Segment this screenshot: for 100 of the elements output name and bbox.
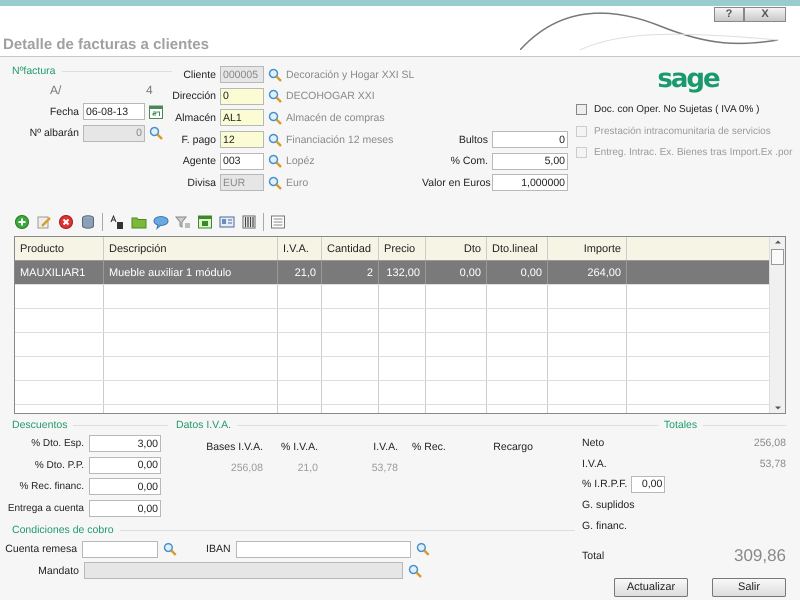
table-cell: Mueble auxiliar 1 módulo: [104, 261, 278, 284]
edit-icon[interactable]: [36, 214, 52, 230]
column-header: % I.V.A.: [280, 440, 318, 455]
field-label: % Dto. P.P.: [34, 460, 84, 471]
search-icon[interactable]: [268, 176, 282, 190]
input-field[interactable]: 06-08-13: [83, 103, 145, 120]
section-heading: Totales: [664, 419, 698, 431]
column-header[interactable]: Precio: [379, 237, 426, 260]
column-header[interactable]: Importe: [548, 237, 627, 260]
funnel-icon[interactable]: [175, 214, 191, 230]
window-title: Detalle de facturas a clientes: [2, 36, 209, 55]
total-label: Neto: [582, 437, 604, 450]
field-label: % Dto. Esp.: [30, 438, 84, 450]
invoice-number: 4: [146, 83, 153, 97]
calendar-icon[interactable]: [197, 214, 213, 230]
table-cell: 21,0: [278, 261, 322, 284]
field-description: Almacén de compras: [286, 112, 385, 124]
input-field[interactable]: 12: [220, 131, 264, 148]
scroll-thumb[interactable]: [771, 249, 784, 265]
input-field[interactable]: 0,00: [89, 500, 161, 518]
input-field[interactable]: AL1: [220, 109, 264, 126]
id-card-icon[interactable]: [219, 214, 235, 230]
column-header[interactable]: Dto: [426, 237, 487, 260]
search-icon[interactable]: [268, 89, 282, 104]
table-cell: 132,00: [379, 261, 426, 284]
text-format-icon[interactable]: [109, 214, 125, 230]
input-field[interactable]: 0,00: [89, 456, 161, 474]
search-icon[interactable]: [416, 542, 430, 556]
field-label: Bultos: [458, 134, 488, 146]
total-label: G. financ.: [582, 520, 627, 532]
column-header: Recargo: [492, 440, 533, 455]
input-field[interactable]: 3,00: [89, 435, 161, 452]
table-cell: 0,00: [426, 261, 487, 284]
search-icon[interactable]: [268, 68, 282, 82]
field-description: Lopéz: [286, 155, 315, 168]
field-label: Cuenta remesa: [4, 543, 78, 556]
column-header: Bases I.V.A.: [205, 440, 263, 455]
checkbox-label: Entreg. Intrac. Ex. Bienes tras Import.Ex .por: [594, 147, 792, 158]
table-cell-text: 53,78: [370, 461, 398, 476]
field-description: Financiación 12 meses: [286, 134, 394, 146]
close-button[interactable]: X: [744, 7, 786, 22]
field-label: % Com.: [450, 155, 488, 168]
add-icon[interactable]: [14, 214, 30, 230]
input-field[interactable]: 0,00: [89, 478, 161, 496]
search-icon[interactable]: [408, 564, 422, 578]
column-header[interactable]: Producto: [15, 237, 104, 260]
column-header[interactable]: I.V.A.: [278, 237, 322, 260]
checkbox-label: Doc. con Oper. No Sujetas ( IVA 0% ): [594, 104, 760, 116]
logo: sage: [657, 63, 719, 95]
search-icon[interactable]: [149, 126, 163, 140]
field-label: Entrega a cuenta: [6, 503, 84, 514]
field-label: IBAN: [205, 543, 231, 556]
action-button[interactable]: Actualizar: [614, 578, 688, 597]
field-description: DECOHOGAR XXI: [286, 90, 375, 102]
input-field[interactable]: 0: [492, 131, 568, 148]
total-value: 53,78: [760, 458, 786, 470]
checkbox[interactable]: [576, 104, 587, 116]
total-label: Total: [582, 550, 604, 562]
input-field[interactable]: 0,00: [631, 476, 666, 493]
table-cell-text: 256,08: [230, 461, 263, 476]
total-label: I.V.A.: [582, 458, 607, 470]
field-label: Dirección: [172, 90, 216, 102]
delete-icon[interactable]: [58, 214, 74, 230]
list-icon[interactable]: [270, 214, 286, 230]
field-label: F. pago: [180, 134, 216, 146]
input-field[interactable]: [82, 540, 158, 558]
table-cell: 0,00: [487, 261, 548, 284]
input-field[interactable]: 5,00: [492, 152, 568, 170]
field-description: Decoración y Hogar XXI SL: [286, 68, 414, 81]
calendar-icon[interactable]: [149, 104, 163, 119]
search-icon[interactable]: [268, 154, 282, 168]
column-header[interactable]: Descripción: [104, 237, 278, 260]
column-header: % Rec.: [411, 440, 447, 455]
section-heading: Condiciones de cobro: [12, 524, 114, 536]
search-icon[interactable]: [268, 110, 282, 125]
help-button[interactable]: ?: [714, 7, 744, 22]
field-label: Fecha: [48, 106, 79, 118]
search-icon[interactable]: [163, 542, 177, 556]
table-cell-text: 21,0: [296, 461, 318, 476]
barcode-icon[interactable]: [241, 214, 257, 230]
section-heading: Datos I.V.A.: [176, 419, 232, 431]
invoice-series: A/: [50, 83, 62, 97]
field-label: Valor en Euros: [422, 176, 488, 189]
speech-bubble-icon[interactable]: [153, 214, 169, 230]
total-label: G. suplidos: [582, 499, 635, 512]
input-field[interactable]: [236, 540, 412, 558]
column-header[interactable]: Dto.lineal: [487, 237, 548, 260]
input-field[interactable]: 1,000000: [492, 174, 568, 192]
table-cell: 264,00: [548, 261, 627, 284]
search-icon[interactable]: [268, 132, 282, 147]
field-label: Almacén: [174, 112, 216, 124]
table-cell: MAUXILIAR1: [15, 261, 104, 284]
input-field[interactable]: 003: [220, 152, 264, 170]
field-label: Cliente: [182, 68, 216, 81]
database-icon[interactable]: [80, 214, 96, 230]
scrollbar[interactable]: [769, 237, 785, 413]
input-field[interactable]: 0: [220, 88, 264, 105]
checkbox-label: Prestación intracomunitaria de servicios: [594, 126, 771, 137]
action-button[interactable]: Salir: [712, 578, 786, 597]
column-header[interactable]: Cantidad: [322, 237, 379, 260]
